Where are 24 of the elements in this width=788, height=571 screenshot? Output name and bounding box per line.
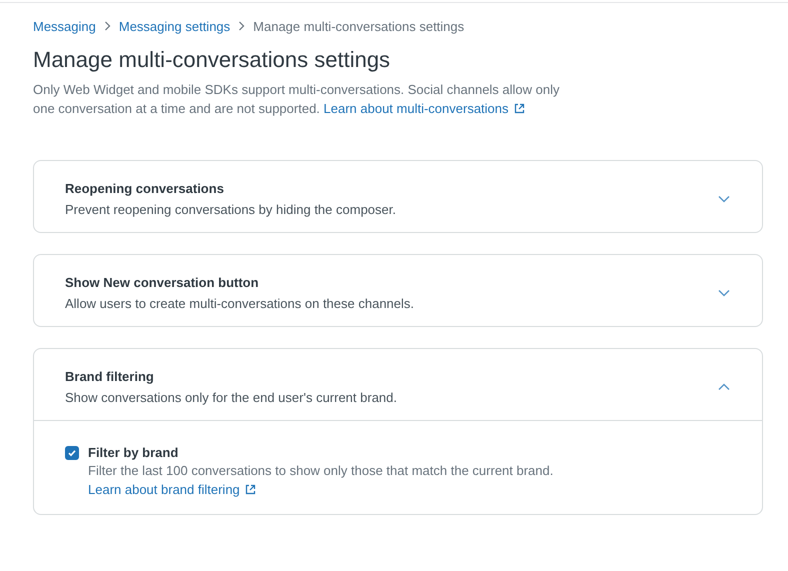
checkmark-icon	[67, 448, 77, 458]
page-description: Only Web Widget and mobile SDKs support multi-conversations. Social channels allow only one conversation at a time and are not supported. Learn about multi-conversations	[33, 81, 561, 118]
section-description: Show conversations only for the end user's current brand.	[65, 390, 398, 405]
chevron-up-icon[interactable]	[718, 383, 730, 391]
section-description: Prevent reopening conversations by hiding the composer.	[65, 202, 397, 217]
external-link-icon	[514, 103, 526, 114]
external-link-icon	[245, 484, 256, 495]
checkbox-label: Filter by brand	[88, 445, 180, 460]
chevron-down-icon[interactable]	[718, 195, 730, 203]
page-title: Manage multi-conversations settings	[33, 47, 392, 73]
breadcrumb-current: Manage multi-conversations settings	[253, 18, 464, 34]
learn-more-link[interactable]: Learn about brand filtering	[88, 482, 256, 497]
option-hint: Filter the last 100 conversations to show only those that match the current brand.	[88, 463, 554, 478]
breadcrumb-link[interactable]: Messaging	[33, 18, 96, 34]
learn-more-link[interactable]: Learn about multi-conversations	[324, 101, 526, 116]
section-title: Show New conversation button	[65, 275, 260, 290]
checkbox[interactable]	[65, 446, 79, 460]
section-description: Allow users to create multi-conversations on these channels.	[65, 296, 416, 311]
breadcrumb-link[interactable]: Messaging settings	[118, 18, 230, 34]
section-title: Reopening conversations	[65, 181, 225, 196]
section-title: Brand filtering	[65, 369, 155, 384]
chevron-right-icon	[104, 21, 111, 31]
chevron-right-icon	[238, 21, 246, 31]
chevron-down-icon[interactable]	[718, 289, 730, 297]
